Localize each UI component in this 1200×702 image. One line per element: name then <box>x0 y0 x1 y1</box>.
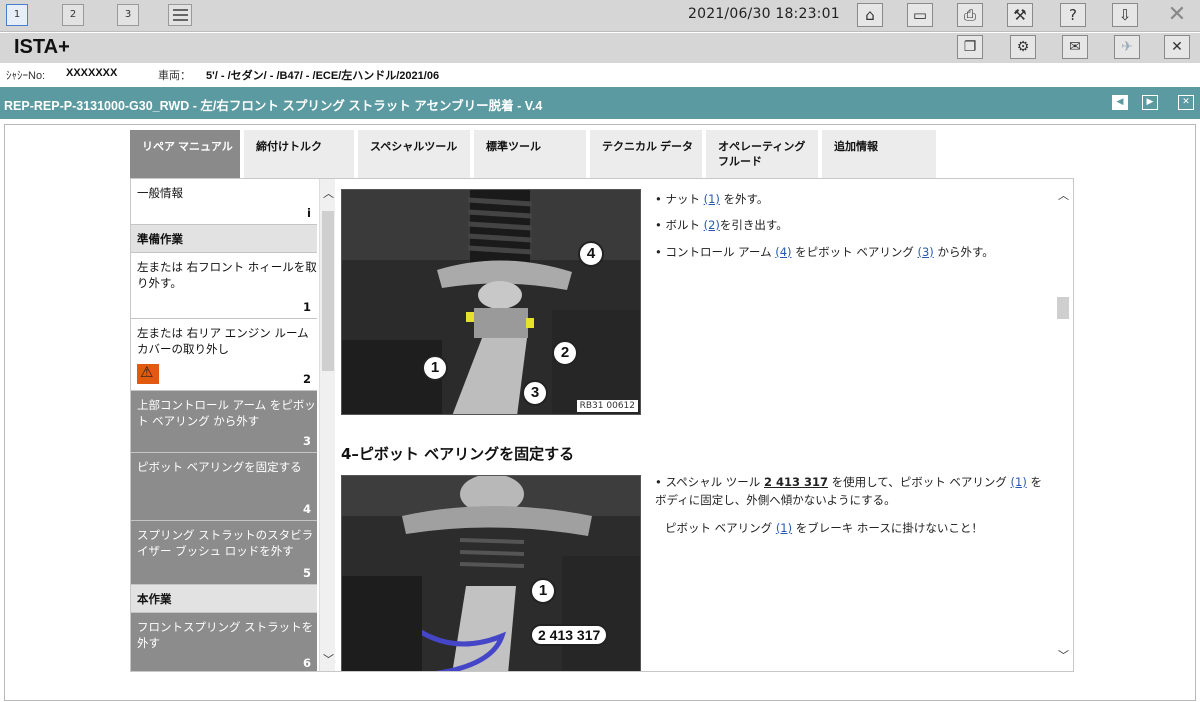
procedure-sidebar: 一般情報 i 準備作業 左または 右フロント ホィールを取り外す。 1 左または… <box>131 179 317 671</box>
home-icon[interactable]: ⌂ <box>857 3 883 27</box>
download-icon[interactable]: ⇩ <box>1112 3 1138 27</box>
tab-standard-tools[interactable]: 標準ツール <box>474 130 586 178</box>
datetime-display: 2021/06/30 18:23:01 <box>688 6 840 22</box>
section-title: 4–ピボット ベアリングを固定する <box>341 445 575 463</box>
tab-special-tools[interactable]: スペシャルツール <box>358 130 470 178</box>
wrench-icon[interactable]: ⚒ <box>1007 3 1033 27</box>
sidebar-section-prep: 準備作業 <box>131 225 317 253</box>
sidebar-item-label: 上部コントロール アーム をピボット ベアリング から外す <box>137 398 316 428</box>
link-part-1[interactable]: (1) <box>704 192 720 206</box>
mail-icon[interactable]: ✉ <box>1062 35 1088 59</box>
sidebar-item-number: 5 <box>302 566 311 580</box>
callout-1: 1 <box>530 578 556 604</box>
sidebar-item-label: 左または 右フロント ホィールを取り外す。 <box>137 260 317 290</box>
sidebar-scrollbar[interactable]: ︿ ﹀ <box>319 179 335 671</box>
next-icon[interactable]: ▶ <box>1142 95 1158 110</box>
scroll-up-icon[interactable]: ︿ <box>1058 187 1069 203</box>
info-icon: i <box>307 206 311 220</box>
car-value: 5'/ - /セダン/ - /B47/ - /ECE/左ハンドル/2021/06 <box>206 70 440 82</box>
document-title: REP-REP-P-3131000-G30_RWD - 左/右フロント スプリン… <box>4 99 543 113</box>
doc-close-icon[interactable]: ✕ <box>1178 95 1194 110</box>
callout-4: 4 <box>578 241 604 267</box>
tool-number[interactable]: 2 413 317 <box>764 475 828 489</box>
figure-control-arm: 4 2 1 3 RB31 00612 <box>341 189 641 415</box>
note-brake-hose: ピボット ベアリング (1) をブレーキ ホースに掛けないこと！ <box>665 521 983 535</box>
tab-torque[interactable]: 締付けトルク <box>244 130 354 178</box>
copy-icon[interactable]: ❐ <box>957 35 983 59</box>
sidebar-item-number: 2 <box>302 372 311 386</box>
sidebar-item-label: 左または 右リア エンジン ルーム カバーの取り外し <box>137 326 309 356</box>
sidebar-section-main: 本作業 <box>131 585 317 613</box>
sidebar-item-label: ピボット ベアリングを固定する <box>137 460 302 474</box>
tab-operating-fluids[interactable]: オペレーティング フルード <box>706 130 818 178</box>
window-close-icon[interactable]: ✕ <box>1164 35 1190 59</box>
sidebar-item-1[interactable]: 左または 右フロント ホィールを取り外す。 1 <box>131 253 317 319</box>
tab-additional-info[interactable]: 追加情報 <box>822 130 936 178</box>
close-icon[interactable]: ✕ <box>1164 3 1190 27</box>
figure-caption: RB31 00612 <box>576 400 638 412</box>
document-title-bar: REP-REP-P-3131000-G30_RWD - 左/右フロント スプリン… <box>0 87 1200 119</box>
sidebar-section-label: 本作業 <box>137 592 172 606</box>
main-scroll-thumb[interactable] <box>1057 297 1069 319</box>
list-view-button[interactable] <box>168 4 192 26</box>
warning-icon <box>137 364 159 384</box>
sidebar-item-number: 6 <box>302 656 311 670</box>
content-area: 一般情報 i 準備作業 左または 右フロント ホィールを取り外す。 1 左または… <box>130 178 1074 672</box>
display-icon[interactable]: ▭ <box>907 3 933 27</box>
tab-technical-data[interactable]: テクニカル データ <box>590 130 702 178</box>
step-pull-bolt: • ボルト (2)を引き出す。 <box>655 218 788 232</box>
title-bar: ISTA+ ❐ ⚙ ✉ ✈ ✕ <box>0 33 1200 63</box>
step-remove-nut: • ナット (1) を外す。 <box>655 192 769 206</box>
prev-icon[interactable]: ◀ <box>1112 95 1128 110</box>
sidebar-section-label: 準備作業 <box>137 232 183 246</box>
sidebar-item-5[interactable]: スプリング ストラットのスタビライザー ブッシュ ロッドを外す 5 <box>131 521 317 585</box>
app-title: ISTA+ <box>14 36 70 58</box>
link-part-3[interactable]: (3) <box>918 245 934 259</box>
top-toolbar: 1 2 3 2021/06/30 18:23:01 ⌂ ▭ ⎙ ⚒ ? ⇩ ✕ <box>0 0 1200 32</box>
sidebar-item-6[interactable]: フロントスプリング ストラットを外す 6 <box>131 613 317 671</box>
link-part-1[interactable]: (1) <box>1011 475 1027 489</box>
sidebar-item-general-info[interactable]: 一般情報 i <box>131 179 317 225</box>
step-detach-arm: • コントロール アーム (4) をピボット ベアリング (3) から外す。 <box>655 245 994 259</box>
sidebar-item-2[interactable]: 左または 右リア エンジン ルーム カバーの取り外し 2 <box>131 319 317 391</box>
scroll-down-icon[interactable]: ﹀ <box>323 651 334 667</box>
callout-2: 2 <box>552 340 578 366</box>
main-scrollbar[interactable]: ︿ ﹀ <box>1053 179 1073 671</box>
scroll-up-icon[interactable]: ︿ <box>323 185 334 201</box>
link-part-4[interactable]: (4) <box>775 245 791 259</box>
scroll-down-icon[interactable]: ﹀ <box>1058 647 1069 663</box>
car-label: 車両： <box>158 70 191 82</box>
sidebar-item-label: フロントスプリング ストラットを外す <box>137 620 314 650</box>
sidebar-item-number: 1 <box>302 300 311 314</box>
sidebar-item-number: 3 <box>302 434 311 448</box>
sidebar-scroll-thumb[interactable] <box>322 211 334 371</box>
vin-label: ｼｬｼｰNo: <box>6 70 46 82</box>
link-part-2[interactable]: (2) <box>704 218 720 232</box>
help-icon[interactable]: ? <box>1060 3 1086 27</box>
sidebar-item-label: 一般情報 <box>137 186 183 200</box>
gear-icon[interactable]: ⚙ <box>1010 35 1036 59</box>
print-icon[interactable]: ⎙ <box>957 3 983 27</box>
vehicle-info: ｼｬｼｰNo: XXXXXXX 車両： 5'/ - /セダン/ - /B47/ … <box>0 64 1200 84</box>
tool-callout: 2 413 317 <box>530 624 609 646</box>
sidebar-item-label: スプリング ストラットのスタビライザー ブッシュ ロッドを外す <box>137 528 314 558</box>
air-icon[interactable]: ✈ <box>1114 35 1140 59</box>
figure-pivot-bearing: 1 2 413 317 <box>341 475 641 671</box>
tab-repair-manual[interactable]: リペア マニュアル <box>130 130 240 178</box>
step-fix-bearing: • スペシャル ツール 2 413 317 を使用して、ピボット ベアリング (… <box>655 475 1042 507</box>
sidebar-item-4[interactable]: ピボット ベアリングを固定する 4 <box>131 453 317 521</box>
instructions-pane: 4 2 1 3 RB31 00612 • ナット (1) を外す。 • ボルト … <box>337 179 1073 671</box>
page-1-button[interactable]: 1 <box>6 4 28 26</box>
sidebar-item-number: 4 <box>302 502 311 516</box>
vin-value: XXXXXXX <box>66 67 118 79</box>
sidebar-item-3[interactable]: 上部コントロール アーム をピボット ベアリング から外す 3 <box>131 391 317 453</box>
page-2-button[interactable]: 2 <box>62 4 84 26</box>
link-part-1[interactable]: (1) <box>776 521 792 535</box>
callout-1: 1 <box>422 355 448 381</box>
callout-3: 3 <box>522 380 548 406</box>
page-3-button[interactable]: 3 <box>117 4 139 26</box>
strut-illustration <box>342 190 640 414</box>
